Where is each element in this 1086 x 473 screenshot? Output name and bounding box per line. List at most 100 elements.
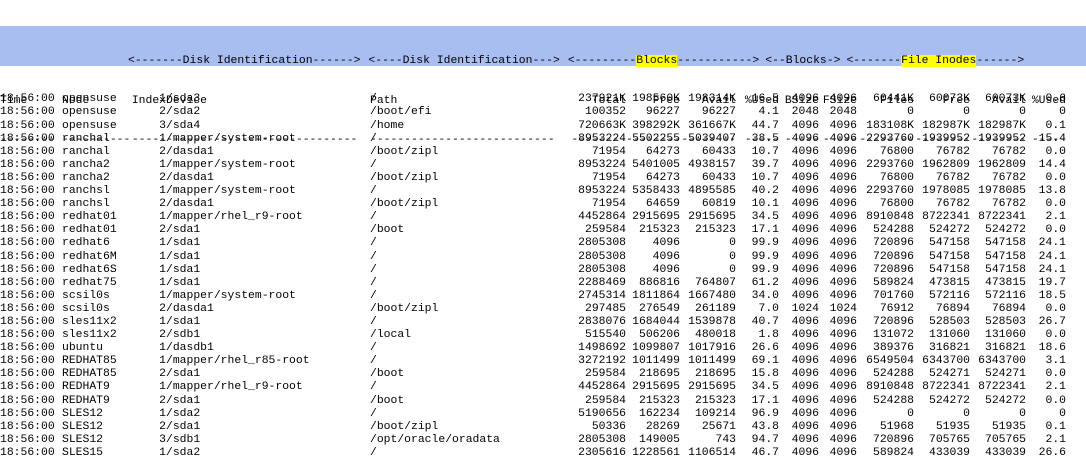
cell-avail: 1106514 <box>688 446 736 459</box>
cell-inode-files: 589824 <box>872 276 914 289</box>
cell-device: /sda1 <box>166 394 201 407</box>
cell-bsize: 4096 <box>791 394 819 407</box>
cell-inode-free: 76782 <box>935 145 970 158</box>
disk-identification-group-2: <----Disk Identification---> <box>368 55 560 68</box>
cell-device: /sda1 <box>166 420 201 433</box>
cell-device: /dasda1 <box>166 302 214 315</box>
cell-device: /sdb1 <box>166 433 201 446</box>
cell-pct-used: 15.8 <box>751 368 779 381</box>
cell-pct-used: 4.1 <box>758 106 779 119</box>
cell-inode-free: 76782 <box>935 171 970 184</box>
cell-bsize: 4096 <box>791 355 819 368</box>
cell-node: sles11x2 <box>62 315 117 328</box>
cell-avail: 5039407 <box>688 132 736 145</box>
cell-inode-files: 60441K <box>872 93 914 106</box>
cell-fsize: 4096 <box>829 185 857 198</box>
cell-path: /home <box>370 119 405 132</box>
cell-inode-free: 1962809 <box>922 158 970 171</box>
cell-free: 1099807 <box>632 342 680 355</box>
cell-inode-avail: 76782 <box>991 171 1026 184</box>
cell-inode-pct-used: 19.7 <box>1038 276 1066 289</box>
cell-inode-files: 524288 <box>872 224 914 237</box>
cell-inode-avail: 6343700 <box>978 355 1026 368</box>
cell-time: 18:56:00 <box>0 355 55 368</box>
cell-path: / <box>370 355 377 368</box>
cell-fsize: 4096 <box>829 433 857 446</box>
cell-fsize: 4096 <box>829 315 857 328</box>
cell-time: 18:56:00 <box>0 381 55 394</box>
table-row: 18:56:00 REDHAT85 1/mapper/rhel_r85-root / 3… <box>0 355 1086 368</box>
cell-fsize: 4096 <box>829 211 857 224</box>
cell-avail: 218695 <box>694 368 736 381</box>
cell-inode-files: 76912 <box>879 302 914 315</box>
cell-fsize: 4096 <box>829 237 857 250</box>
cell-free: 1011499 <box>632 355 680 368</box>
cell-node: REDHAT9 <box>62 394 110 407</box>
cell-time: 18:56:00 <box>0 211 55 224</box>
cell-bsize: 4096 <box>791 329 819 342</box>
cell-pct-used: 69.1 <box>751 355 779 368</box>
table-row: 18:56:00 ranchsl 1/mapper/system-root / 8953… <box>0 185 1086 198</box>
cell-time: 18:56:00 <box>0 315 55 328</box>
cell-pct-used: 17.1 <box>751 224 779 237</box>
cell-bsize: 4096 <box>791 237 819 250</box>
cell-bsize: 4096 <box>791 119 819 132</box>
cell-device: /dasda1 <box>166 145 214 158</box>
cell-avail: 4938157 <box>688 158 736 171</box>
cell-inode-pct-used: 18.6 <box>1038 342 1066 355</box>
cell-free: 218695 <box>638 368 680 381</box>
cell-index: 1 <box>159 342 166 355</box>
cell-node: sles11x2 <box>62 329 117 342</box>
cell-inode-files: 51968 <box>879 420 914 433</box>
cell-inode-pct-used: 0.0 <box>1045 171 1066 184</box>
cell-path: /local <box>370 329 412 342</box>
cell-pct-used: 43.8 <box>751 420 779 433</box>
cell-index: 2 <box>159 329 166 342</box>
cell-bsize: 4096 <box>791 211 819 224</box>
cell-inode-files: 8910848 <box>866 211 914 224</box>
cell-time: 18:56:00 <box>0 302 55 315</box>
cell-index: 1 <box>159 263 166 276</box>
table-row: 18:56:00 ranchal 2/dasda1/boot/zipl 71954 64… <box>0 146 1086 159</box>
cell-time: 18:56:00 <box>0 329 55 342</box>
cell-inode-files: 2293760 <box>866 132 914 145</box>
cell-total: 259584 <box>584 394 626 407</box>
cell-bsize: 4096 <box>791 250 819 263</box>
cell-pct-used: 10.1 <box>751 198 779 211</box>
cell-time: 18:56:00 <box>0 185 55 198</box>
cell-path: /boot <box>370 368 405 381</box>
cell-pct-used: 39.7 <box>751 158 779 171</box>
cell-free: 162234 <box>638 407 680 420</box>
cell-inode-free: 547158 <box>928 263 970 276</box>
cell-inode-files: 720896 <box>872 315 914 328</box>
cell-index: 2 <box>159 198 166 211</box>
cell-pct-used: 99.9 <box>751 263 779 276</box>
cell-device: /mapper/rhel_r9-root <box>166 381 303 394</box>
cell-inode-free: 76782 <box>935 198 970 211</box>
cell-inode-free: 6343700 <box>922 355 970 368</box>
cell-device: /sda2 <box>166 407 201 420</box>
cell-index: 1 <box>159 407 166 420</box>
cell-inode-files: 720896 <box>872 237 914 250</box>
cell-inode-pct-used: 0.0 <box>1045 302 1066 315</box>
cell-time: 18:56:00 <box>0 171 55 184</box>
cell-node: REDHAT85 <box>62 368 117 381</box>
cell-inode-pct-used: 15.4 <box>1038 132 1066 145</box>
cell-avail: 2915695 <box>688 381 736 394</box>
table-row: 18:56:00 REDHAT85 2/sda1/boot 259584 218695 2… <box>0 368 1086 381</box>
cell-device: /sda1 <box>166 250 201 263</box>
cell-inode-pct-used: 24.1 <box>1038 263 1066 276</box>
cell-fsize: 4096 <box>829 171 857 184</box>
cell-inode-pct-used: 0.1 <box>1045 420 1066 433</box>
cell-path: /boot/zipl <box>370 420 439 433</box>
cell-inode-pct-used: 0.0 <box>1045 394 1066 407</box>
cell-pct-used: 10.7 <box>751 171 779 184</box>
cell-pct-used: 16.5 <box>751 93 779 106</box>
cell-fsize: 4096 <box>829 355 857 368</box>
cell-inode-avail: 528503 <box>984 315 1026 328</box>
table-row: 18:56:00 ubuntu 1/dasdb1 / 1498692 1099807 101… <box>0 342 1086 355</box>
cell-fsize: 1024 <box>829 302 857 315</box>
cell-free: 64273 <box>645 171 680 184</box>
cell-node: ranchal <box>62 145 110 158</box>
cell-node: ranchsl <box>62 185 110 198</box>
